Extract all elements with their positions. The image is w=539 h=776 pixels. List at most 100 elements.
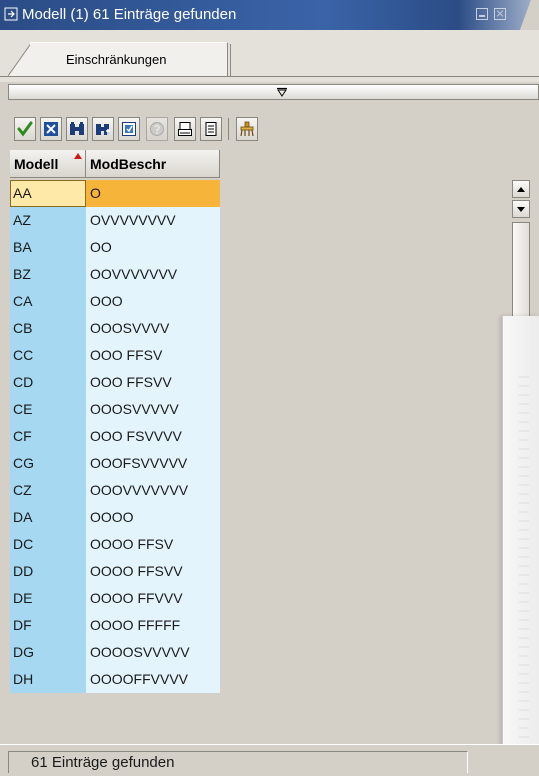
tab-label: Einschränkungen [66, 52, 167, 67]
checkmark-icon [17, 121, 33, 137]
table-row[interactable]: DF OOOO FFFFF [10, 612, 220, 639]
status-message: 61 Einträge gefunden [8, 751, 468, 773]
cell-modbeschr[interactable]: OOOOFFVVVV [86, 666, 220, 693]
cell-modbeschr[interactable]: O [86, 180, 220, 207]
cell-modbeschr[interactable]: OOOO FFFFF [86, 612, 220, 639]
table-row[interactable]: CD OOO FFSVV [10, 369, 220, 396]
find-icon [70, 122, 84, 135]
cell-modell[interactable]: AA [10, 180, 86, 207]
select-button[interactable] [118, 117, 140, 141]
cell-modbeschr[interactable]: OOOO FFVVV [86, 585, 220, 612]
cell-modbeschr[interactable]: OOO FSVVVV [86, 423, 220, 450]
cell-modbeschr[interactable]: OOO FFSVV [86, 369, 220, 396]
cell-modell[interactable]: CA [10, 288, 86, 315]
list-button[interactable] [200, 117, 222, 141]
status-bar: 61 Einträge gefunden [0, 744, 539, 776]
table-row[interactable]: CZ OOOVVVVVVV [10, 477, 220, 504]
close-button[interactable] [494, 8, 506, 20]
table-row[interactable]: DA OOOO [10, 504, 220, 531]
cell-modbeschr[interactable]: OOOOSVVVVV [86, 639, 220, 666]
column-header-modbeschr[interactable]: ModBeschr [86, 150, 220, 178]
cell-modell[interactable]: DG [10, 639, 86, 666]
cell-modbeschr[interactable]: OOOFSVVVVV [86, 450, 220, 477]
cell-modell[interactable]: CZ [10, 477, 86, 504]
table-row[interactable]: DE OOOO FFVVV [10, 585, 220, 612]
table-row[interactable]: CC OOO FFSV [10, 342, 220, 369]
filter-icon [240, 121, 254, 137]
table-row[interactable]: CE OOOSVVVVV [10, 396, 220, 423]
cell-modell[interactable]: BZ [10, 261, 86, 288]
tab-edge [8, 42, 32, 76]
table-row[interactable]: CF OOO FSVVVV [10, 423, 220, 450]
arrow-down-icon [517, 207, 525, 212]
tab-strip-divider [0, 76, 539, 77]
window-title: Modell (1) 61 Einträge gefunden [22, 6, 237, 23]
cell-modell[interactable]: DH [10, 666, 86, 693]
cell-modell[interactable]: DF [10, 612, 86, 639]
table-row[interactable]: BA OO [10, 234, 220, 261]
cell-modbeschr[interactable]: OOOO FFSV [86, 531, 220, 558]
help-button[interactable] [146, 117, 168, 141]
table-row[interactable]: BZ OOVVVVVVV [10, 261, 220, 288]
tab-einschraenkungen[interactable]: Einschränkungen [30, 42, 228, 76]
cell-modbeschr[interactable]: OOOO [86, 504, 220, 531]
cell-modell[interactable]: CB [10, 315, 86, 342]
minimize-button[interactable] [476, 8, 488, 20]
find-next-button[interactable] [92, 117, 114, 141]
table-body: AA O AZ OVVVVVVVV BA OO BZ OOVVVVVVV CA OOO CB OOOS… [10, 180, 220, 693]
sort-ascending-icon [74, 153, 82, 159]
table-row[interactable]: DD OOOO FFSVV [10, 558, 220, 585]
cell-modell[interactable]: CF [10, 423, 86, 450]
cell-modell[interactable]: AZ [10, 207, 86, 234]
find-button[interactable] [66, 117, 88, 141]
cell-modbeschr[interactable]: OOOSVVVVV [86, 396, 220, 423]
cell-modbeschr[interactable]: OVVVVVVVV [86, 207, 220, 234]
cell-modbeschr[interactable]: OOOO FFSVV [86, 558, 220, 585]
list-icon [205, 122, 217, 136]
scroll-down-button[interactable] [512, 200, 530, 218]
select-icon [122, 122, 136, 136]
table-row[interactable]: CB OOOSVVVV [10, 315, 220, 342]
help-icon [150, 122, 164, 136]
filter-button[interactable] [236, 117, 258, 141]
cell-modell[interactable]: BA [10, 234, 86, 261]
column-header-label: Modell [14, 156, 59, 172]
arrow-up-icon [517, 187, 525, 192]
toolbar-separator [228, 118, 229, 140]
column-header-label: ModBeschr [90, 156, 167, 172]
cell-modell[interactable]: CC [10, 342, 86, 369]
cancel-button[interactable] [40, 117, 62, 141]
expand-arrow-icon[interactable] [277, 87, 287, 97]
cell-modell[interactable]: DE [10, 585, 86, 612]
table-row[interactable]: AZ OVVVVVVVV [10, 207, 220, 234]
cell-modbeschr[interactable]: OOOVVVVVVV [86, 477, 220, 504]
scroll-up-button[interactable] [512, 180, 530, 198]
column-header-modell[interactable]: Modell [10, 150, 86, 178]
cell-modell[interactable]: DC [10, 531, 86, 558]
confirm-button[interactable] [14, 117, 36, 141]
table-row[interactable]: DG OOOOSVVVVV [10, 639, 220, 666]
cell-modbeschr[interactable]: OOVVVVVVV [86, 261, 220, 288]
cell-modell[interactable]: CD [10, 369, 86, 396]
table-row[interactable]: AA O [10, 180, 220, 207]
print-button[interactable] [174, 117, 196, 141]
cell-modbeschr[interactable]: OO [86, 234, 220, 261]
table-row[interactable]: DC OOOO FFSV [10, 531, 220, 558]
print-icon [178, 122, 192, 136]
toolbar [8, 112, 539, 148]
cell-modell[interactable]: CG [10, 450, 86, 477]
table-row[interactable]: CG OOOFSVVVVV [10, 450, 220, 477]
scroll-thumb[interactable] [512, 222, 530, 322]
table-row[interactable]: DH OOOOFFVVVV [10, 666, 220, 693]
cell-modbeschr[interactable]: OOO [86, 288, 220, 315]
tab-strip: Einschränkungen [0, 30, 539, 82]
window-icon [4, 7, 18, 21]
cell-modbeschr[interactable]: OOO FFSV [86, 342, 220, 369]
cell-modell[interactable]: CE [10, 396, 86, 423]
table-row[interactable]: CA OOO [10, 288, 220, 315]
title-bar: Modell (1) 61 Einträge gefunden [0, 0, 539, 30]
cell-modell[interactable]: DA [10, 504, 86, 531]
cell-modbeschr[interactable]: OOOSVVVV [86, 315, 220, 342]
expand-bar[interactable] [8, 84, 539, 100]
cell-modell[interactable]: DD [10, 558, 86, 585]
